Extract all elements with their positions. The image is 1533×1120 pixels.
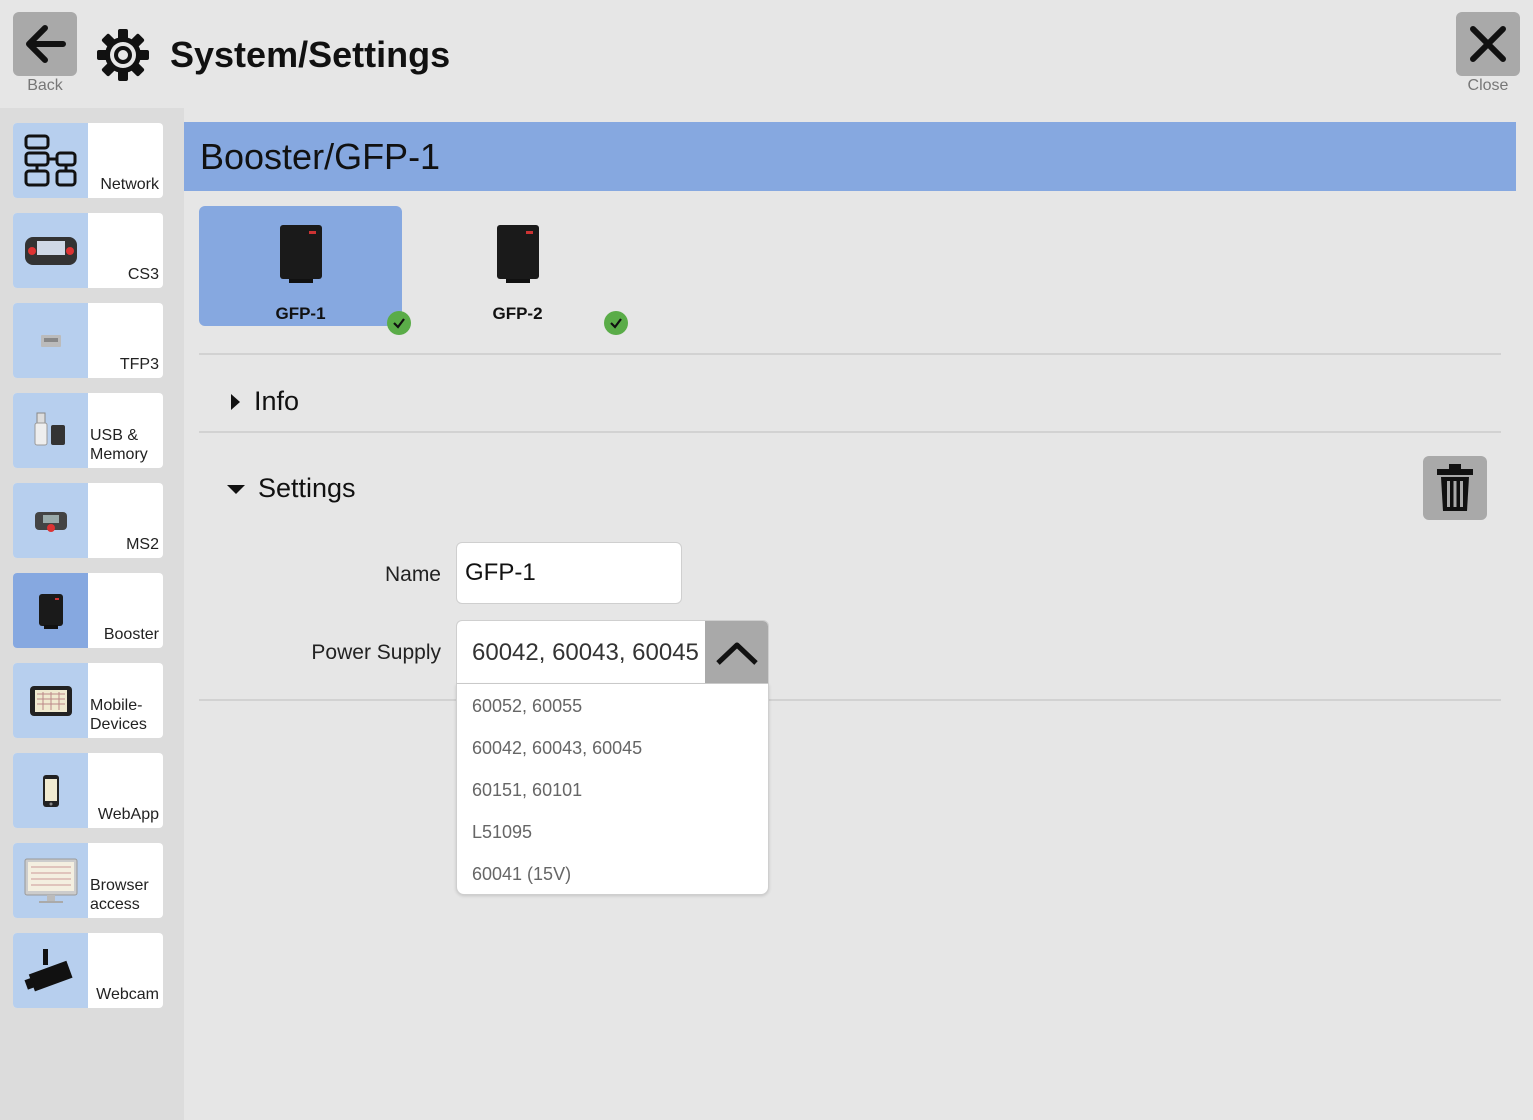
sidebar-item-browser-access[interactable]: Browser access <box>13 843 163 918</box>
sidebar-item-label: TFP3 <box>119 356 159 373</box>
device-card-gfp-2[interactable]: GFP-2 <box>416 206 619 326</box>
close-label: Close <box>1467 77 1509 94</box>
delete-button[interactable] <box>1423 456 1487 520</box>
device-name: GFP-1 <box>275 304 326 323</box>
tablet-icon <box>29 685 72 716</box>
panel-title: Booster/GFP-1 <box>200 136 441 177</box>
power-supply-options: 60052, 60055 60042, 60043, 60045 60151, … <box>456 684 769 895</box>
sidebar-item-label: Mobile-Devices <box>90 697 147 733</box>
sidebar-item-label: WebApp <box>97 806 159 823</box>
sidebar-item-label: Network <box>100 176 159 193</box>
info-section-toggle[interactable]: Info <box>228 386 299 417</box>
info-section-label: Info <box>254 386 300 416</box>
caret-down-icon <box>227 484 245 494</box>
smartphone-icon <box>42 774 59 807</box>
back-label: Back <box>27 77 63 94</box>
divider <box>199 431 1501 433</box>
device-name: GFP-2 <box>492 304 543 323</box>
caret-right-icon <box>231 393 240 410</box>
chevron-up-icon <box>715 642 758 665</box>
tfp3-device-icon <box>40 334 61 347</box>
divider <box>199 699 1501 701</box>
sidebar-item-ms2[interactable]: MS2 <box>13 483 163 558</box>
monitor-icon <box>24 858 77 903</box>
name-field-label: Name <box>384 563 441 586</box>
network-icon <box>24 134 76 186</box>
main-panel: Booster/GFP-1 GFP-1 GFP-2 Info Settings <box>184 122 1533 1120</box>
cs3-device-icon <box>24 236 77 265</box>
ms2-device-icon <box>34 511 67 532</box>
divider <box>199 353 1501 355</box>
sidebar-item-label: MS2 <box>126 536 159 553</box>
sidebar-item-booster[interactable]: Booster <box>13 573 163 648</box>
sidebar-item-usb-memory[interactable]: USB & Memory <box>13 393 163 468</box>
webcam-icon <box>24 948 73 991</box>
sidebar-item-label: CS3 <box>127 266 159 283</box>
check-icon <box>387 311 411 335</box>
check-icon <box>604 311 628 335</box>
page-title: System/Settings <box>170 34 451 75</box>
sidebar-item-label: Browser access <box>90 877 149 913</box>
sidebar-item-label: USB & Memory <box>90 427 148 463</box>
power-supply-label: Power Supply <box>311 641 441 664</box>
settings-section-toggle[interactable]: Settings <box>226 473 356 504</box>
top-bar: Back System/Settings Close <box>0 0 1533 108</box>
sidebar-item-label: Booster <box>103 626 159 643</box>
sidebar: Network CS3 TFP3 USB & Memory MS2 Booste… <box>0 108 184 1120</box>
gear-icon <box>97 29 149 81</box>
back-button[interactable] <box>13 12 77 76</box>
dropdown-option[interactable]: 60052, 60055 <box>472 696 582 717</box>
dropdown-option[interactable]: L51095 <box>472 822 532 843</box>
booster-device-icon <box>280 225 322 283</box>
dropdown-option[interactable]: 60041 (15V) <box>472 864 571 885</box>
settings-section-label: Settings <box>258 473 356 503</box>
close-icon <box>1470 26 1506 62</box>
close-button[interactable] <box>1456 12 1520 76</box>
dropdown-option[interactable]: 60042, 60043, 60045 <box>472 738 642 759</box>
sidebar-item-webapp[interactable]: WebApp <box>13 753 163 828</box>
dropdown-toggle-button[interactable] <box>705 621 768 683</box>
sidebar-item-label: Webcam <box>96 986 159 1003</box>
trash-icon <box>1437 464 1473 511</box>
sidebar-item-mobile-devices[interactable]: Mobile-Devices <box>13 663 163 738</box>
sidebar-item-cs3[interactable]: CS3 <box>13 213 163 288</box>
usb-memory-icon <box>34 412 65 445</box>
panel-header: Booster/GFP-1 <box>184 122 1516 191</box>
sidebar-item-webcam[interactable]: Webcam <box>13 933 163 1008</box>
booster-device-icon <box>38 593 63 629</box>
arrow-left-icon <box>26 25 66 63</box>
power-supply-select[interactable]: 60042, 60043, 60045 <box>456 620 769 684</box>
sidebar-item-network[interactable]: Network <box>13 123 163 198</box>
power-supply-value: 60042, 60043, 60045 <box>472 639 699 666</box>
sidebar-item-tfp3[interactable]: TFP3 <box>13 303 163 378</box>
booster-device-icon <box>497 225 539 283</box>
name-field[interactable] <box>456 542 682 604</box>
dropdown-option[interactable]: 60151, 60101 <box>472 780 582 801</box>
device-card-gfp-1[interactable]: GFP-1 <box>199 206 402 326</box>
